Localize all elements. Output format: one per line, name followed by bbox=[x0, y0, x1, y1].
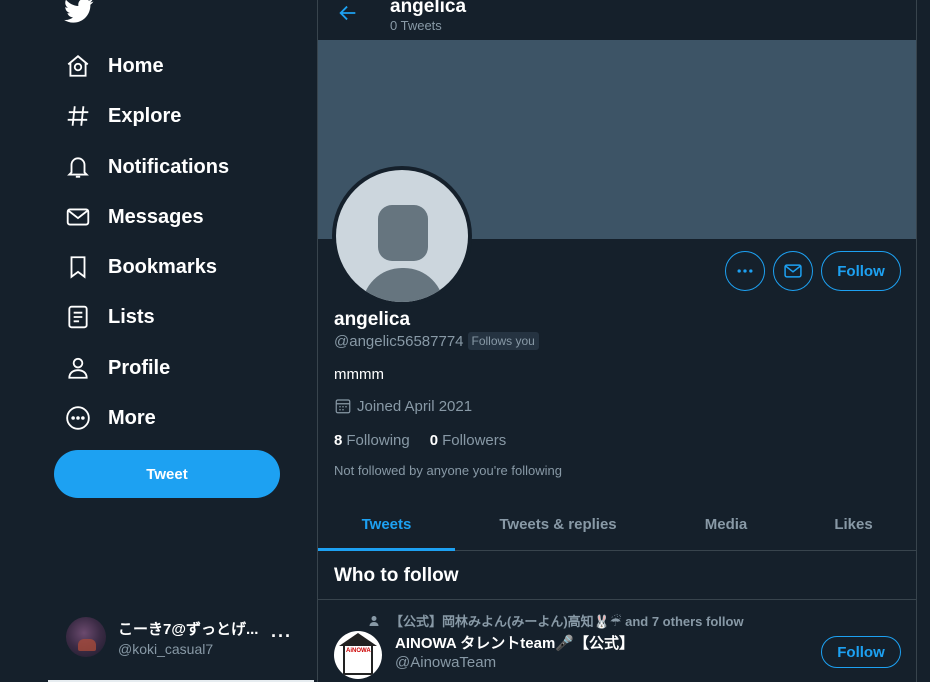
sidebar-item-label: Explore bbox=[108, 104, 182, 127]
house-logo-icon: AiNOWA bbox=[339, 633, 377, 675]
sidebar-item-more[interactable]: More bbox=[60, 396, 156, 440]
bell-icon bbox=[60, 154, 98, 180]
suggested-user-avatar[interactable]: AiNOWA bbox=[334, 631, 382, 679]
sidebar-item-bookmarks[interactable]: Bookmarks bbox=[60, 245, 217, 289]
sidebar-item-label: Profile bbox=[108, 356, 171, 379]
list-icon bbox=[60, 304, 98, 330]
tab-media[interactable]: Media bbox=[661, 498, 791, 550]
avatar bbox=[66, 617, 106, 657]
tab-tweets-replies[interactable]: Tweets & replies bbox=[455, 498, 661, 550]
tab-likes[interactable]: Likes bbox=[791, 498, 916, 550]
hashtag-icon bbox=[60, 103, 98, 129]
profile-name: angelica bbox=[334, 309, 411, 330]
follow-button[interactable]: Follow bbox=[821, 251, 901, 291]
profile-header-bar: angelica 0 Tweets bbox=[318, 0, 916, 40]
more-horizontal-icon bbox=[737, 269, 753, 273]
sidebar-item-lists[interactable]: Lists bbox=[60, 295, 155, 339]
following-link[interactable]: 8 Following bbox=[334, 432, 410, 449]
tweet-count: 0 Tweets bbox=[390, 18, 442, 33]
profile-column: angelica 0 Tweets Follow angelica @angel… bbox=[317, 0, 917, 682]
sidebar-item-messages[interactable]: Messages bbox=[60, 195, 204, 239]
right-gutter bbox=[918, 0, 930, 682]
mutual-followers-note: Not followed by anyone you're following bbox=[334, 463, 562, 478]
who-to-follow-title: Who to follow bbox=[334, 565, 459, 586]
sidebar-item-home[interactable]: Home bbox=[60, 44, 164, 88]
account-switcher[interactable]: こーき7@ずっとげ... @koki_casual7 ··· bbox=[66, 614, 306, 660]
sidebar-item-label: Bookmarks bbox=[108, 255, 217, 278]
profile-bio: mmmm bbox=[334, 366, 384, 383]
account-name: こーき7@ずっとげ... bbox=[118, 620, 259, 638]
profile-avatar[interactable] bbox=[332, 166, 472, 306]
calendar-icon bbox=[335, 399, 351, 414]
sidebar-item-label: More bbox=[108, 406, 156, 429]
tweet-button[interactable]: Tweet bbox=[54, 450, 280, 498]
follows-you-badge: Follows you bbox=[467, 332, 539, 350]
sidebar-item-notifications[interactable]: Notifications bbox=[60, 145, 229, 189]
join-date-text: Joined April 2021 bbox=[357, 397, 473, 415]
account-handle: @koki_casual7 bbox=[118, 640, 214, 657]
home-icon bbox=[60, 53, 98, 79]
envelope-icon bbox=[784, 264, 802, 278]
person-icon bbox=[60, 355, 98, 381]
sidebar-item-label: Messages bbox=[108, 205, 204, 228]
suggested-follow-button[interactable]: Follow bbox=[821, 636, 901, 668]
envelope-icon bbox=[60, 204, 98, 230]
follow-stats: 8 Following 0 Followers bbox=[334, 432, 526, 449]
profile-tabs: Tweets Tweets & replies Media Likes bbox=[318, 498, 916, 551]
more-options-button[interactable] bbox=[725, 251, 765, 291]
sidebar-item-explore[interactable]: Explore bbox=[60, 94, 181, 138]
bookmark-icon bbox=[60, 254, 98, 280]
left-sidebar: Home Explore Notifications Messages Book… bbox=[0, 0, 318, 682]
divider bbox=[318, 599, 916, 600]
join-date: Joined April 2021 bbox=[334, 397, 472, 415]
back-arrow-icon[interactable] bbox=[336, 2, 360, 24]
sidebar-item-label: Home bbox=[108, 54, 164, 77]
social-context: 【公式】岡林みよん(みーよん)高知🐰☔ and 7 others follow bbox=[368, 611, 744, 630]
default-avatar-icon bbox=[336, 170, 468, 302]
profile-handle-row: @angelic56587774 Follows you bbox=[334, 332, 539, 350]
suggested-user-name[interactable]: AINOWA タレントteam🎤【公式】 bbox=[395, 632, 634, 653]
suggested-user-handle: @AinowaTeam bbox=[395, 654, 497, 671]
profile-handle: @angelic56587774 bbox=[334, 332, 464, 350]
message-button[interactable] bbox=[773, 251, 813, 291]
followers-link[interactable]: 0 Followers bbox=[430, 432, 507, 449]
more-icon[interactable]: ··· bbox=[271, 626, 292, 647]
sidebar-item-profile[interactable]: Profile bbox=[60, 346, 170, 390]
person-icon bbox=[369, 615, 379, 626]
sidebar-item-label: Lists bbox=[108, 305, 155, 328]
header-title: angelica bbox=[390, 0, 467, 17]
more-circle-icon bbox=[60, 405, 98, 431]
tab-tweets[interactable]: Tweets bbox=[318, 498, 455, 551]
twitter-bird-icon[interactable] bbox=[64, 0, 94, 24]
sidebar-item-label: Notifications bbox=[108, 155, 230, 178]
